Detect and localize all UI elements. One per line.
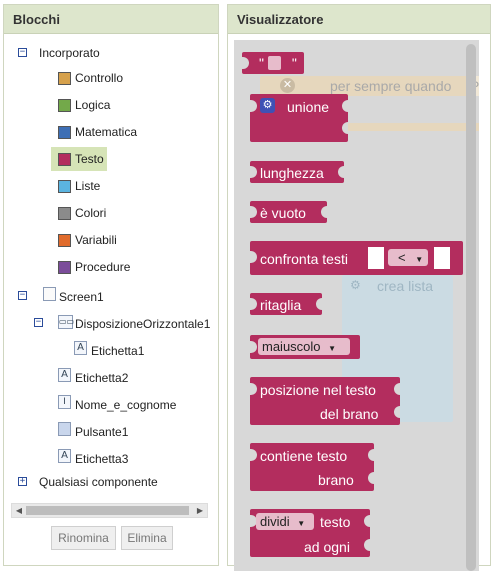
scroll-left-icon[interactable]: ◀ [13,504,25,517]
scrollbar-thumb[interactable] [26,506,189,515]
chevron-down-icon: ▼ [297,519,306,528]
scroll-right-icon[interactable]: ▶ [194,504,206,517]
category-math[interactable]: Matematica [75,124,137,140]
label-icon: A [74,341,87,355]
horizontal-scrollbar[interactable]: ◀ ▶ [11,503,208,518]
tree-item-etichetta1[interactable]: Etichetta1 [91,342,144,360]
join-block[interactable]: ⚙ unione [250,94,348,142]
tree-item-screen1[interactable]: Screen1 [59,288,104,306]
collapse-builtin-toggle[interactable]: − [18,48,27,57]
text-literal-quotes: " " [259,55,309,71]
forever-when-bottom-bar [339,123,479,131]
trim-block[interactable]: ritaglia [250,293,322,315]
tree-item-builtin[interactable]: Incorporato [39,44,100,62]
procedures-category-swatch [58,261,71,274]
collapse-hlayout-toggle[interactable]: − [34,318,43,327]
forever-when-label: per sempre quando [330,78,452,94]
compare-texts-label: confronta testi [260,251,348,267]
math-category-swatch [58,126,71,139]
horizontal-layout-icon: ▭▭ [58,315,74,329]
compare-input-slot-1[interactable] [368,247,384,269]
category-logic[interactable]: Logica [75,97,110,113]
case-dropdown-value: maiuscolo [262,339,321,354]
forever-when-block[interactable]: ✕ per sempre quando Pulsante [260,76,479,96]
split-mode-value: dividi [260,514,290,529]
text-literal-block[interactable]: " " [242,52,304,74]
contains-in-label: brano [318,472,354,488]
workspace-vertical-scrollbar[interactable] [466,44,476,571]
label-icon: A [58,368,71,382]
split-block[interactable]: dividi ▼ testo ad ogni [250,509,370,557]
index-of-block[interactable]: posizione nel testo del brano [250,377,400,425]
compare-texts-block[interactable]: confronta testi < ▼ [250,241,463,275]
compare-input-slot-2[interactable] [434,247,450,269]
logic-category-swatch [58,99,71,112]
screen-icon [43,287,56,301]
split-at-label: ad ogni [304,539,350,555]
is-empty-block[interactable]: è vuoto [250,201,327,223]
tree-item-pulsante1[interactable]: Pulsante1 [75,423,128,441]
variables-category-swatch [58,234,71,247]
tree-item-hlayout[interactable]: DisposizioneOrizzontale1 [75,315,210,333]
forever-when-close-icon: ✕ [280,78,295,93]
tree-item-any-component[interactable]: Qualsiasi componente [39,473,158,491]
textbox-icon: I [58,395,71,409]
upcase-block[interactable]: maiuscolo ▼ [250,335,360,359]
expand-any-component-toggle[interactable]: + [18,477,27,486]
category-variables[interactable]: Variabili [75,232,117,248]
index-of-in-label: del brano [320,406,379,422]
length-block[interactable]: lunghezza [250,161,344,183]
tree-item-etichetta2[interactable]: Etichetta2 [75,369,128,387]
tree-item-etichetta3[interactable]: Etichetta3 [75,450,128,468]
join-gear-icon[interactable]: ⚙ [260,98,275,113]
trim-label: ritaglia [260,297,302,313]
category-lists[interactable]: Liste [75,178,100,194]
control-category-swatch [58,72,71,85]
collapse-screen-toggle[interactable]: − [18,291,27,300]
case-dropdown[interactable]: maiuscolo ▼ [258,338,350,355]
colors-category-swatch [58,207,71,220]
tree-item-nome-cognome[interactable]: Nome_e_cognome [75,396,176,414]
compare-operator-dropdown[interactable]: < ▼ [388,249,428,266]
category-control[interactable]: Controllo [75,70,123,86]
category-procedures[interactable]: Procedure [75,259,130,275]
button-icon [58,422,71,436]
delete-button[interactable]: Elimina [121,526,173,550]
join-label: unione [287,99,330,115]
viewer-panel-title: Visualizzatore [228,5,490,34]
contains-block[interactable]: contiene testo brano [250,443,374,491]
chevron-down-icon: ▼ [415,255,424,264]
chevron-down-icon: ▼ [328,344,337,353]
lists-category-swatch [58,180,71,193]
compare-operator-value: < [398,250,406,265]
blocks-workspace[interactable]: ✕ per sempre quando Pulsante ⚙ crea list… [234,40,479,571]
is-empty-label: è vuoto [260,205,306,221]
index-of-label: posizione nel testo [260,382,376,398]
length-label: lunghezza [260,165,324,181]
category-colors[interactable]: Colori [75,205,106,221]
create-list-label: crea lista [377,278,434,294]
blocks-panel-title: Blocchi [4,5,218,34]
create-list-gear-icon: ⚙ [350,278,361,292]
label-icon: A [58,449,71,463]
split-mode-dropdown[interactable]: dividi ▼ [256,513,314,530]
split-text-label: testo [320,514,351,530]
contains-label: contiene testo [260,448,348,464]
rename-button[interactable]: Rinomina [51,526,116,550]
text-literal-input[interactable] [268,56,281,70]
text-category-swatch [58,153,71,166]
